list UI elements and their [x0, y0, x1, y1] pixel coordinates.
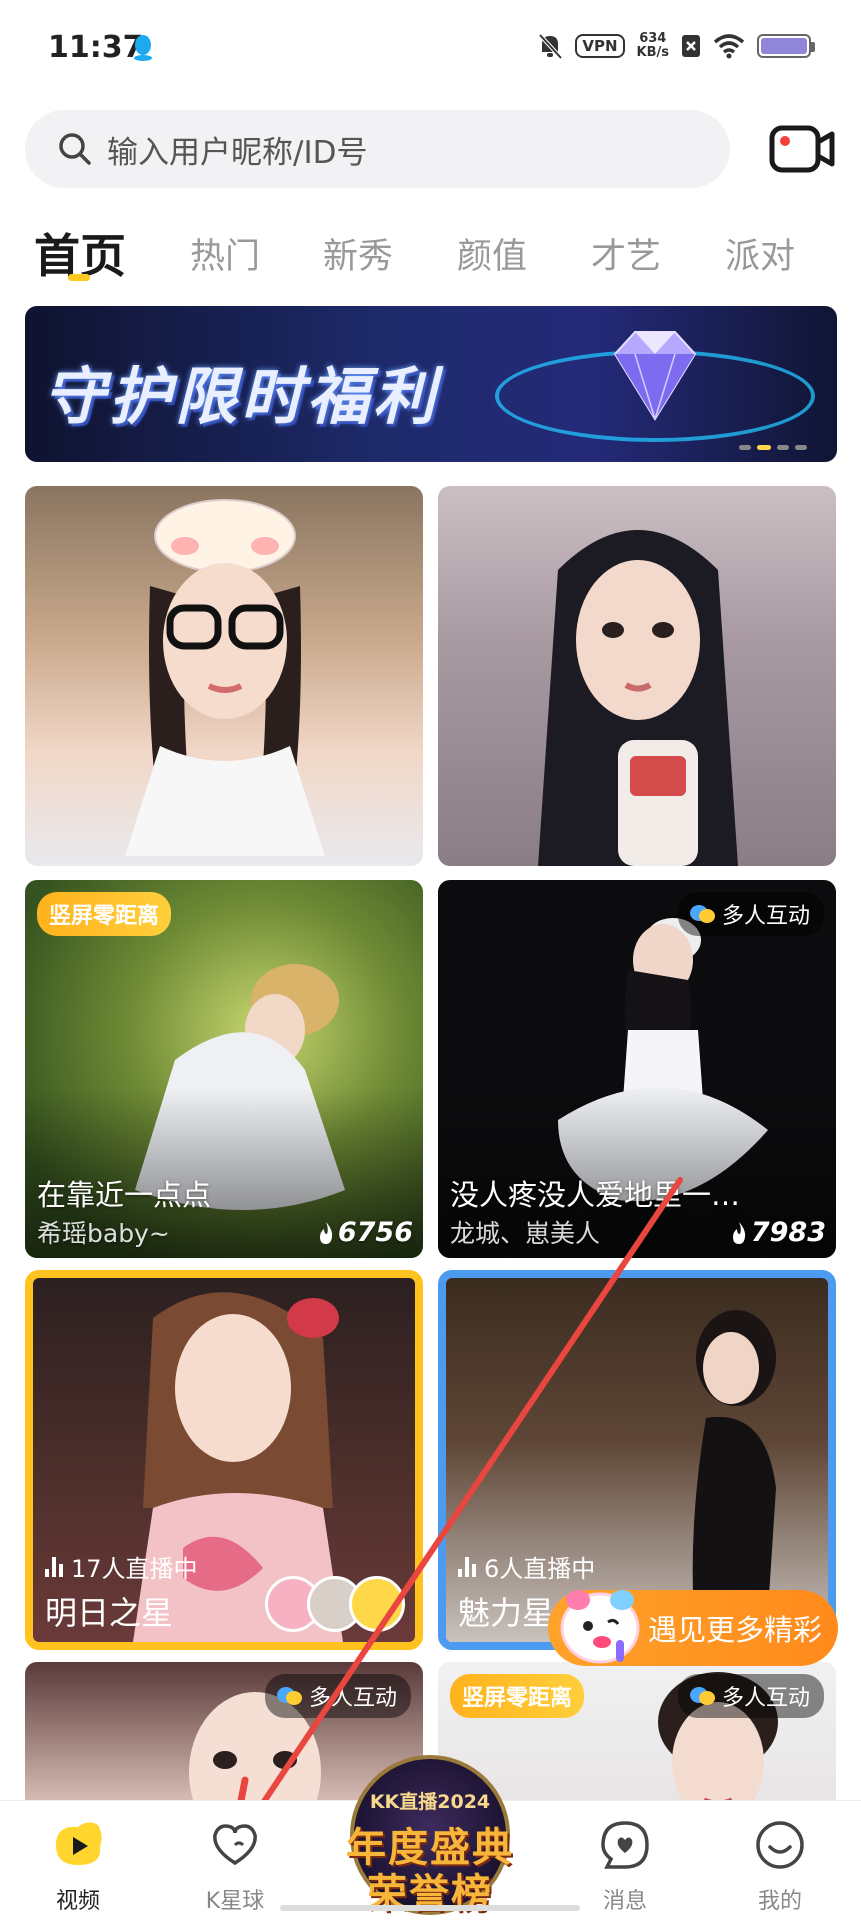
avatar-stack — [265, 1576, 405, 1632]
multi-interaction-tag: 多人互动 — [264, 1674, 411, 1718]
avatar — [349, 1576, 405, 1632]
live-bars-icon — [45, 1556, 63, 1577]
home-indicator — [280, 1905, 580, 1911]
discover-more-label: 遇见更多精彩 — [648, 1613, 823, 1647]
search-placeholder: 输入用户昵称/ID号 — [107, 134, 368, 171]
nav-kplanet[interactable]: K星球 — [175, 1801, 295, 1920]
mascot-icon — [560, 1590, 640, 1664]
chat-bubble-icon — [276, 1685, 303, 1707]
live-card-3[interactable]: 竖屏零距离 在靠近一点点 希瑶baby~ 6756 — [25, 880, 423, 1258]
live-count-label: 17人直播中 — [71, 1555, 198, 1583]
vpn-badge: VPN — [575, 34, 625, 58]
banner-pagination — [739, 445, 807, 450]
heat-value: 7983 — [750, 1217, 826, 1248]
active-tab-indicator — [68, 274, 90, 281]
mute-bell-icon — [538, 33, 563, 60]
search-input[interactable]: 输入用户昵称/ID号 — [25, 110, 730, 188]
tab-looks[interactable]: 颜值 — [457, 228, 527, 279]
live-card-1[interactable] — [25, 486, 423, 866]
status-icons: VPN 634 KB/s — [537, 32, 815, 60]
nav-messages[interactable]: 消息 — [565, 1801, 685, 1920]
tab-talent[interactable]: 才艺 — [591, 228, 661, 279]
flame-icon — [732, 1221, 745, 1244]
flame-icon — [319, 1221, 332, 1244]
channel-name: 明日之星 — [45, 1594, 174, 1632]
live-card-2[interactable] — [438, 486, 836, 866]
profile-icon — [756, 1821, 804, 1869]
tag-label: 多人互动 — [721, 904, 810, 929]
banner-title: 守护限时福利 — [43, 360, 440, 433]
streamer-figure — [538, 530, 738, 866]
vertical-screen-tag: 竖屏零距离 — [450, 1674, 585, 1718]
nav-kplanet-label: K星球 — [205, 1889, 265, 1914]
vertical-screen-tag: 竖屏零距离 — [37, 892, 172, 936]
channel-name: 魅力星 — [458, 1594, 555, 1632]
multi-interaction-tag: 多人互动 — [677, 892, 824, 936]
heat-count: 7983 — [730, 1217, 826, 1248]
tab-hot[interactable]: 热门 — [190, 228, 260, 279]
streamer-name: 希瑶baby~ — [37, 1219, 170, 1248]
status-bar: 11:37 VPN 634 KB/s — [0, 0, 861, 100]
speed-unit: KB/s — [636, 45, 669, 60]
live-camera-icon[interactable] — [768, 118, 836, 180]
nav-profile-label: 我的 — [757, 1889, 802, 1914]
heat-count: 6756 — [317, 1217, 413, 1248]
live-card-4[interactable]: 多人互动 没人疼没人爱地里一… 龙城、崽美人 7983 — [438, 880, 836, 1258]
heat-value: 6756 — [337, 1217, 413, 1248]
speed-value: 634 — [639, 31, 667, 46]
streamer-name: 龙城、崽美人 — [450, 1219, 601, 1248]
sim-off-icon — [682, 35, 700, 57]
chat-bubble-icon — [689, 903, 716, 925]
nav-video-label: 视频 — [55, 1889, 100, 1914]
live-card-5[interactable]: 17人直播中 明日之星 — [25, 1270, 423, 1650]
battery-icon — [757, 34, 815, 58]
message-icon — [601, 1821, 649, 1869]
annual-ceremony-badge[interactable]: KK直播2024 年度盛典 荣誉榜 — [330, 1755, 530, 1920]
qq-icon — [134, 35, 152, 61]
streamer-figure — [125, 499, 325, 856]
video-icon — [56, 1822, 102, 1865]
tag-label: 多人互动 — [721, 1686, 810, 1711]
category-tabs: 首页 热门 新秀 颜值 才艺 派对 — [0, 210, 861, 290]
stream-title: 在靠近一点点 — [37, 1178, 212, 1212]
live-bars-icon — [458, 1556, 476, 1577]
wifi-icon — [713, 34, 745, 59]
promo-banner[interactable]: 守护限时福利 — [25, 306, 837, 462]
chat-bubble-icon — [689, 1685, 716, 1707]
badge-line-1: KK直播2024 — [369, 1791, 491, 1813]
heart-planet-icon — [213, 1824, 257, 1866]
live-count: 17人直播中 — [45, 1549, 198, 1584]
multi-interaction-tag: 多人互动 — [677, 1674, 824, 1718]
tab-party[interactable]: 派对 — [725, 228, 795, 279]
diamond-icon — [613, 331, 697, 421]
tab-newcomer[interactable]: 新秀 — [323, 228, 393, 279]
nav-messages-label: 消息 — [602, 1889, 647, 1914]
stream-title: 没人疼没人爱地里一… — [450, 1178, 741, 1212]
tag-label: 多人互动 — [308, 1686, 397, 1711]
nav-video[interactable]: 视频 — [18, 1801, 138, 1920]
network-speed: 634 KB/s — [637, 32, 669, 60]
nav-profile[interactable]: 我的 — [720, 1801, 840, 1920]
search-icon — [59, 133, 91, 165]
status-time: 11:37 — [48, 30, 144, 65]
